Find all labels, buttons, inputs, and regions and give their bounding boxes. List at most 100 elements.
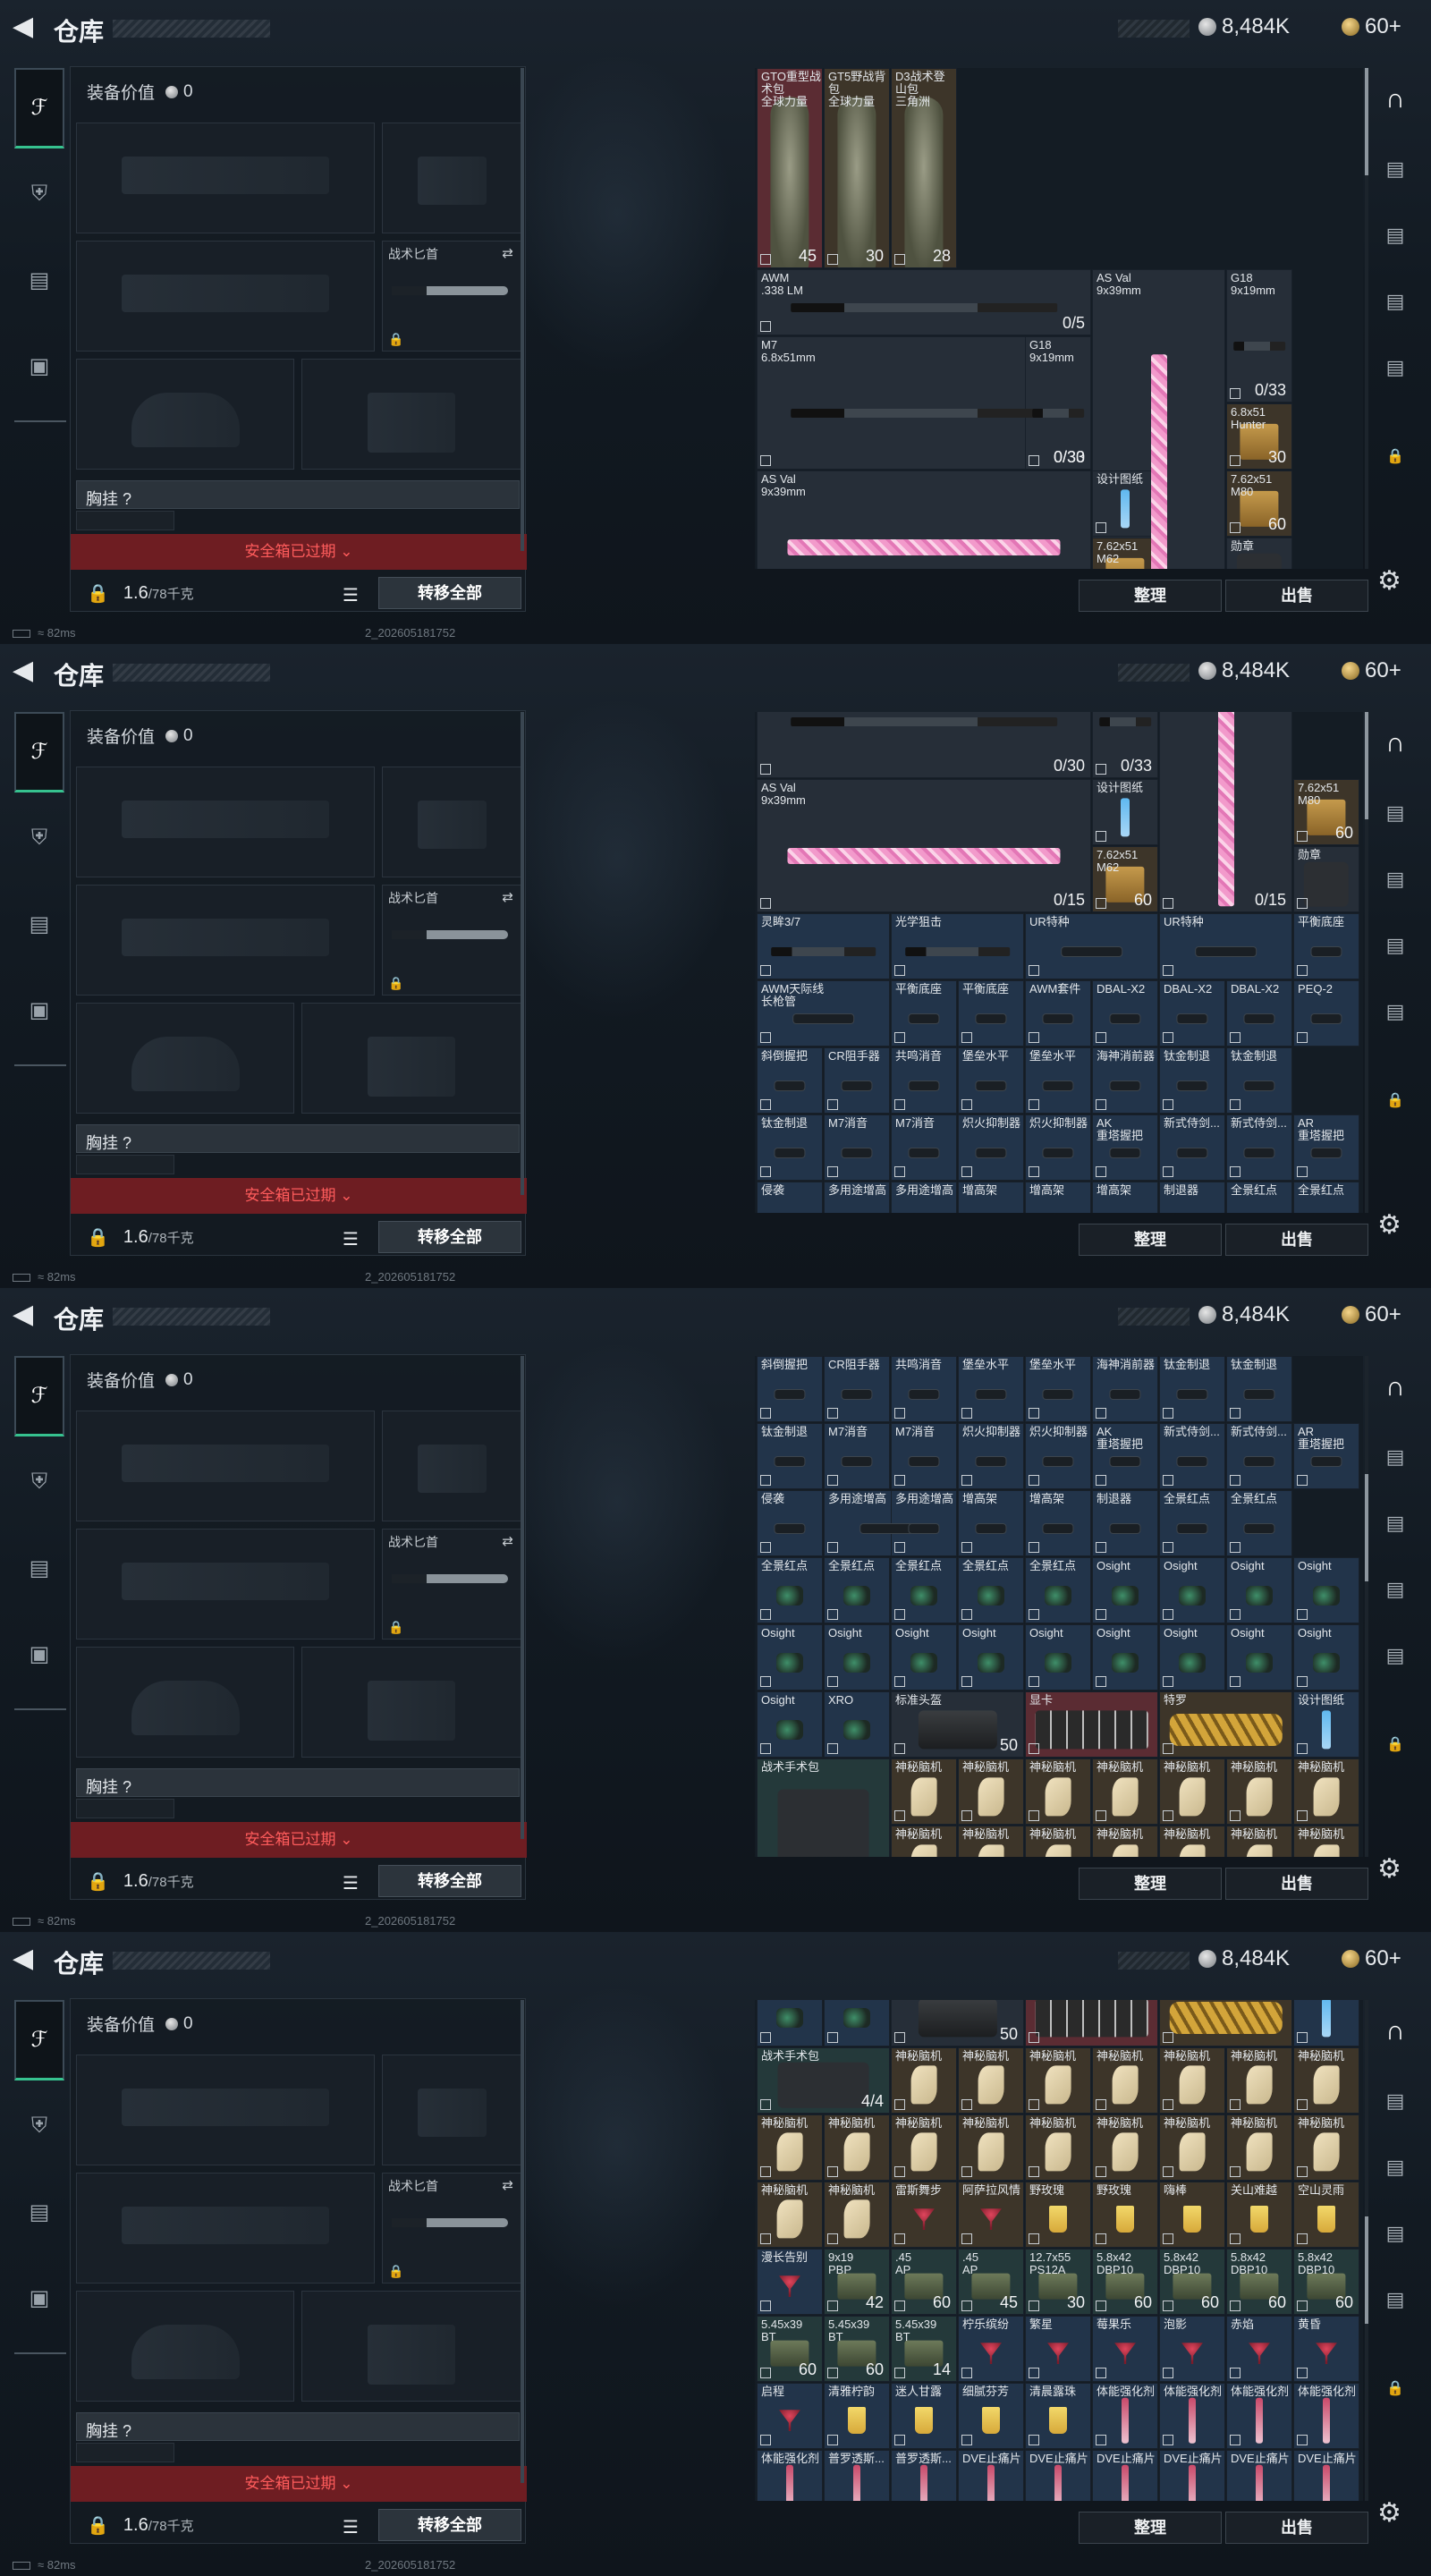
inventory-item[interactable]: 设计图纸 bbox=[1092, 779, 1158, 845]
inventory-item[interactable]: 海神消前器 bbox=[1092, 1356, 1158, 1422]
inventory-item[interactable]: 雷斯舞步 bbox=[891, 2181, 957, 2248]
inventory-item[interactable]: 神秘脑机 bbox=[1092, 2046, 1158, 2114]
inventory-item[interactable]: 增高架 bbox=[958, 1490, 1024, 1556]
inventory-item[interactable]: DBAL-X2 bbox=[1159, 980, 1225, 1046]
inventory-item[interactable]: Osight bbox=[1159, 1557, 1225, 1623]
inventory-item[interactable]: 赤焰 bbox=[1226, 2315, 1292, 2382]
slot-primary-weapon[interactable] bbox=[76, 2055, 375, 2165]
slot-pistol[interactable] bbox=[382, 767, 521, 877]
slot-knife[interactable]: 战术匕首 ⇄ 🔒 bbox=[382, 1529, 521, 1640]
inventory-item[interactable]: 神秘脑机 bbox=[1092, 2114, 1158, 2181]
inventory-item[interactable]: 神秘脑机 bbox=[958, 1826, 1024, 1857]
inventory-item[interactable]: 共鸣消音 bbox=[891, 1047, 957, 1114]
inventory-item[interactable]: 战术手术包4/4 bbox=[757, 1758, 890, 1857]
inventory-item[interactable]: 12.7x55 PS12A 30 bbox=[1025, 2248, 1091, 2315]
inventory-item[interactable]: M7消音 bbox=[824, 1423, 890, 1489]
tab-weapons[interactable]: ℱ bbox=[14, 712, 64, 792]
inventory-item[interactable]: 炽火抑制器 bbox=[958, 1423, 1024, 1489]
tab-case[interactable]: ▣ bbox=[14, 1614, 64, 1694]
inventory-item[interactable]: 普罗透斯... bbox=[891, 2449, 957, 2501]
inventory-item[interactable]: AR 重塔握把 bbox=[1293, 1114, 1359, 1181]
safe-box-expired-banner[interactable]: 安全箱已过期 ⌄ bbox=[71, 2466, 527, 2502]
tab-case[interactable]: ▣ bbox=[14, 326, 64, 406]
sort-button[interactable]: 整理 bbox=[1079, 580, 1222, 612]
inventory-item[interactable]: 体能强化剂 bbox=[1092, 2382, 1158, 2449]
slot-body-armor[interactable] bbox=[301, 1647, 521, 1758]
storage-page-4-icon[interactable]: ▤ bbox=[1379, 1000, 1411, 1027]
inventory-item[interactable]: XRO bbox=[824, 2000, 890, 2046]
tab-items[interactable]: ▤ bbox=[14, 884, 64, 964]
inventory-item[interactable]: 侵袭 bbox=[757, 1182, 823, 1213]
inventory-item[interactable]: 神秘脑机 bbox=[757, 2181, 823, 2248]
storage-page-2-icon[interactable]: ▤ bbox=[1379, 224, 1411, 250]
inventory-item[interactable]: 堡垒水平 bbox=[958, 1047, 1024, 1114]
inventory-item[interactable]: 神秘脑机 bbox=[1025, 2046, 1091, 2114]
inventory-item[interactable]: 制退器 bbox=[1092, 1490, 1158, 1556]
scrollbar-thumb[interactable] bbox=[1365, 68, 1368, 175]
inventory-item[interactable]: 堡垒水平 bbox=[958, 1356, 1024, 1422]
inventory-item[interactable]: 全景红点 bbox=[891, 1557, 957, 1623]
tab-armor[interactable]: ⛨ bbox=[14, 2086, 64, 2166]
inventory-item[interactable]: Osight bbox=[958, 1624, 1024, 1690]
inventory-item[interactable]: 5.45x39 BT 60 bbox=[824, 2315, 890, 2382]
inventory-item[interactable]: 泡影 bbox=[1159, 2315, 1225, 2382]
inventory-item[interactable]: Osight bbox=[1226, 1557, 1292, 1623]
inventory-item[interactable]: 清晨露珠 bbox=[1025, 2382, 1091, 2449]
inventory-item[interactable]: 体能强化剂 bbox=[1159, 2382, 1225, 2449]
inventory-item[interactable]: 神秘脑机 bbox=[1092, 1826, 1158, 1857]
sort-button[interactable]: 整理 bbox=[1079, 1224, 1222, 1256]
inventory-item[interactable]: 神秘脑机 bbox=[1226, 2046, 1292, 2114]
inventory-item[interactable]: 共鸣消音 bbox=[891, 1356, 957, 1422]
slot-knife[interactable]: 战术匕首 ⇄ 🔒 bbox=[382, 2173, 521, 2284]
inventory-item[interactable]: UR特种 bbox=[1025, 913, 1158, 979]
tab-armor[interactable]: ⛨ bbox=[14, 798, 64, 878]
inventory-item[interactable]: 增高架 bbox=[958, 1182, 1024, 1213]
back-arrow-icon[interactable]: ◀ bbox=[13, 1945, 38, 1972]
inventory-item[interactable]: 神秘脑机 bbox=[1226, 1826, 1292, 1857]
inventory-item[interactable]: 神秘脑机 bbox=[1293, 2114, 1359, 2181]
swap-icon[interactable]: ⇄ bbox=[502, 1533, 513, 1549]
inventory-item[interactable]: M7消音 bbox=[891, 1423, 957, 1489]
swap-icon[interactable]: ⇄ bbox=[502, 2177, 513, 2193]
list-icon[interactable]: ☰ bbox=[343, 584, 359, 606]
list-icon[interactable]: ☰ bbox=[343, 1872, 359, 1894]
inventory-item[interactable]: DVE止痛片 bbox=[1025, 2449, 1091, 2501]
inventory-item[interactable]: 关山难越 bbox=[1226, 2181, 1292, 2248]
inventory-item[interactable]: 全景红点 bbox=[1159, 1490, 1225, 1556]
inventory-item[interactable]: 体能强化剂 bbox=[757, 2449, 823, 2501]
inventory-item[interactable]: CR阻手器 bbox=[824, 1356, 890, 1422]
inventory-item[interactable]: 平衡底座 bbox=[891, 980, 957, 1046]
inventory-item[interactable]: DVE止痛片 bbox=[1159, 2449, 1225, 2501]
inventory-item[interactable]: 神秘脑机 bbox=[891, 1758, 957, 1825]
sell-button[interactable]: 出售 bbox=[1225, 2512, 1368, 2544]
inventory-item[interactable]: 增高架 bbox=[1025, 1490, 1091, 1556]
inventory-item[interactable]: 神秘脑机 bbox=[891, 2046, 957, 2114]
inventory-item[interactable] bbox=[1159, 2000, 1292, 2046]
inventory-item[interactable]: 神秘脑机 bbox=[1159, 1758, 1225, 1825]
chest-rig-slot[interactable]: 胸挂 ? bbox=[76, 1124, 520, 1153]
settings-gear-icon[interactable]: ⚙ bbox=[1377, 565, 1401, 597]
inventory-item[interactable]: 全景红点 bbox=[824, 1557, 890, 1623]
list-icon[interactable]: ☰ bbox=[343, 2516, 359, 2538]
inventory-item[interactable]: 全景红点 bbox=[1226, 1490, 1292, 1556]
inventory-item[interactable]: 神秘脑机 bbox=[1293, 1826, 1359, 1857]
inventory-item[interactable]: 7.62x51 M80 60 bbox=[1293, 779, 1359, 845]
inventory-item[interactable]: 堡垒水平 bbox=[1025, 1047, 1091, 1114]
inventory-item[interactable]: GT5野战背包 全球力量 30 bbox=[824, 68, 890, 268]
inventory-item[interactable]: DVE止痛片 bbox=[1092, 2449, 1158, 2501]
inventory-item[interactable]: D3战术登山包 三角洲 28 bbox=[891, 68, 957, 268]
inventory-item[interactable]: G18 9x19mm 0/33 bbox=[1025, 336, 1091, 470]
inventory-item[interactable]: 5.8x42 DBP10 60 bbox=[1226, 2248, 1292, 2315]
settings-gear-icon[interactable]: ⚙ bbox=[1377, 1853, 1401, 1885]
inventory-item[interactable]: DVE止痛片 bbox=[958, 2449, 1024, 2501]
chest-rig-slot[interactable]: 胸挂 ? bbox=[76, 2412, 520, 2441]
storage-page-1-icon[interactable]: ▤ bbox=[1379, 2089, 1411, 2116]
inventory-item[interactable]: 嗨棒 bbox=[1159, 2181, 1225, 2248]
inventory-item[interactable]: 野玫瑰 bbox=[1092, 2181, 1158, 2248]
inventory-item[interactable]: AWM套件 bbox=[1025, 980, 1091, 1046]
inventory-item[interactable]: 灵眸3/7 bbox=[757, 913, 890, 979]
inventory-item[interactable]: AK 重塔握把 bbox=[1092, 1423, 1158, 1489]
inventory-item[interactable]: M7消音 bbox=[891, 1114, 957, 1181]
inventory-item[interactable]: 清雅柠韵 bbox=[824, 2382, 890, 2449]
inventory-item[interactable]: 钛金制退 bbox=[757, 1423, 823, 1489]
